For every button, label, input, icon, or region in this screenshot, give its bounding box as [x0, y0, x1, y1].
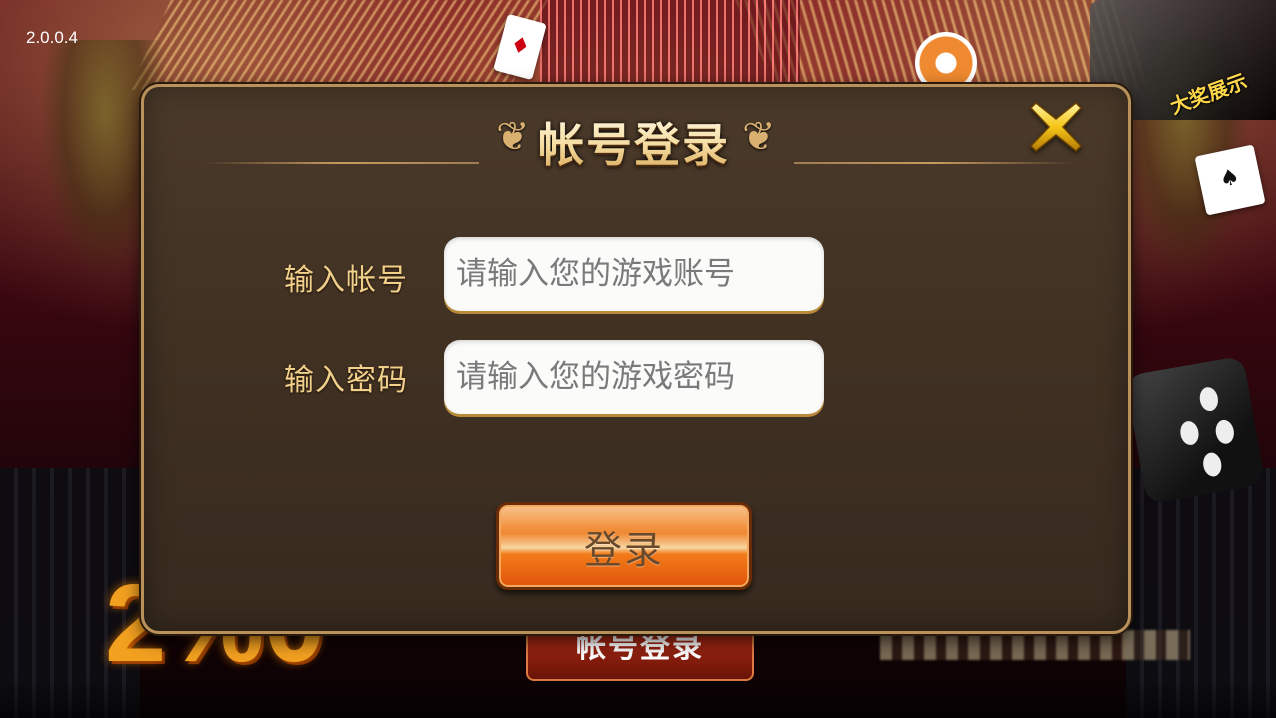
password-label: 输入密码 [284, 363, 408, 398]
spotlight-rays-left [129, 0, 551, 90]
close-button[interactable] [1024, 95, 1088, 159]
laurel-right-icon: ❦ [742, 114, 776, 160]
login-dialog: ❦ ❦ 帐号登录 输入帐号 输入密码 登录 [141, 84, 1131, 634]
account-label: 输入帐号 [284, 263, 408, 298]
title-divider-right [794, 162, 1074, 164]
version-label: 2.0.0.4 [26, 28, 78, 47]
playing-card-icon: ♠ [1194, 144, 1266, 216]
login-button[interactable]: 登录 [496, 502, 752, 590]
title-divider-left [204, 162, 479, 164]
dice-icon [1124, 355, 1266, 505]
close-x-icon[interactable] [1028, 99, 1084, 155]
dialog-title: 帐号登录 [524, 109, 744, 175]
obscured-text [880, 630, 1190, 660]
account-input[interactable] [444, 237, 824, 311]
marquee-lights [540, 0, 800, 85]
login-button-label: 登录 [583, 527, 664, 572]
password-input[interactable] [444, 340, 824, 414]
